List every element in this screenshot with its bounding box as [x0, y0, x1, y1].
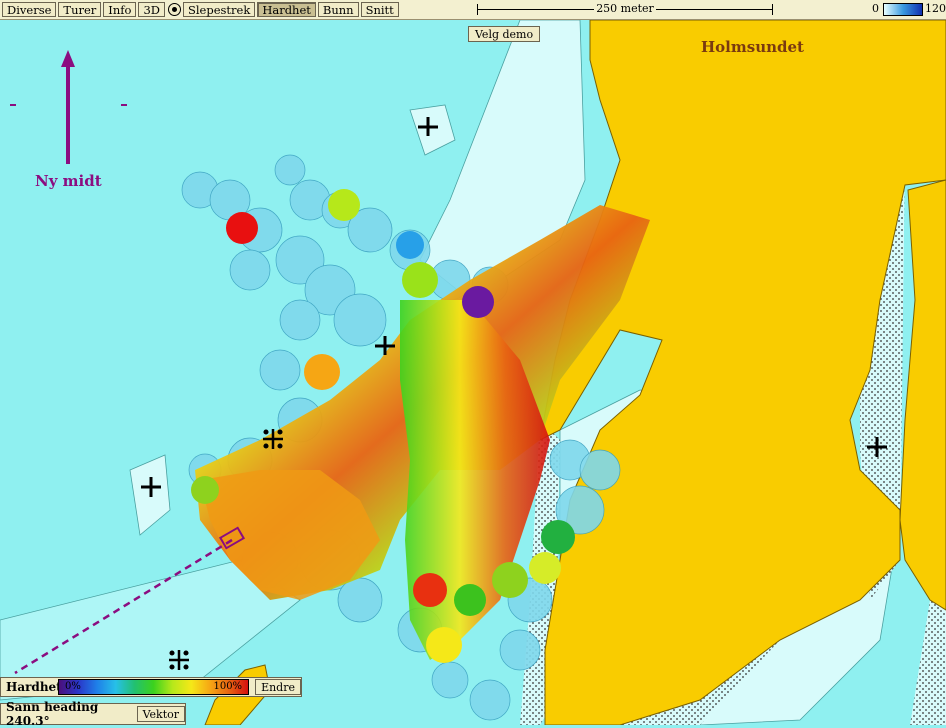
depth-max: 1200	[925, 2, 946, 15]
3d-button[interactable]: 3D	[138, 2, 165, 17]
diverse-button[interactable]: Diverse	[2, 2, 57, 17]
snitt-button[interactable]: Snitt	[360, 2, 399, 17]
endre-button[interactable]: Endre	[255, 679, 301, 695]
scale-label-text: 250 meter	[594, 2, 656, 15]
chart-map[interactable]	[0, 0, 946, 725]
hardness-scale: 0% 100%	[58, 679, 250, 695]
heading-panel: Sann heading 240.3° Vektor	[0, 700, 186, 728]
hardness-title: Hardhet	[6, 680, 62, 694]
depth-gradient	[883, 2, 923, 16]
scale-bar: 250 meter	[477, 2, 773, 17]
place-label: Holmsundet	[701, 38, 804, 56]
slepestrek-button[interactable]: Slepestrek	[182, 2, 256, 17]
heading-text: Sann heading 240.3°	[6, 700, 99, 728]
toolbar: Diverse Turer Info 3D Slepestrek Hardhet…	[0, 0, 946, 20]
hardhet-button[interactable]: Hardhet	[257, 2, 316, 17]
vektor-button[interactable]: Vektor	[136, 706, 185, 722]
hardness-min: 0%	[65, 681, 81, 692]
rock-icon	[263, 429, 283, 449]
depth-legend: 0 1200	[872, 2, 946, 16]
depth-min: 0	[872, 2, 879, 15]
hardness-legend: Hardhet 0% 100% Endre	[0, 677, 302, 697]
info-button[interactable]: Info	[103, 2, 137, 17]
bunn-button[interactable]: Bunn	[317, 2, 359, 17]
hardness-max: 100%	[213, 681, 243, 692]
turer-button[interactable]: Turer	[58, 2, 102, 17]
target-icon[interactable]	[167, 3, 181, 16]
scale-label: 250 meter	[477, 2, 773, 16]
north-arrow-label[interactable]: Ny midt	[35, 172, 102, 190]
velg-demo-button[interactable]: Velg demo	[468, 26, 541, 42]
rock-icon	[169, 650, 189, 670]
